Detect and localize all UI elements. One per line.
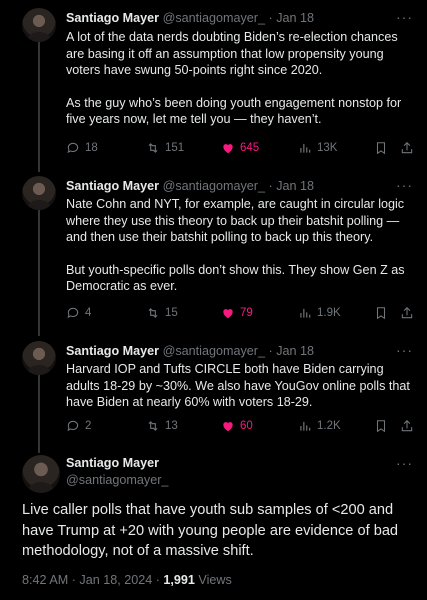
views-count: 1,991 [163, 573, 195, 587]
avatar[interactable] [22, 455, 60, 493]
views-button[interactable]: 1.9K [298, 306, 341, 320]
like-count: 645 [240, 142, 260, 154]
tweet-header: Santiago Mayer @santiagomayer_ · Jan 18 [66, 344, 314, 358]
repost-button[interactable]: 13 [146, 419, 178, 433]
bookmark-button[interactable] [374, 306, 388, 320]
tweet-header: Santiago Mayer @santiagomayer_ · Jan 18 [66, 11, 314, 25]
reply-icon [67, 420, 79, 432]
views-icon [300, 143, 311, 153]
bookmark-icon [376, 420, 386, 433]
tweet-paragraph: As the guy who’s been doing youth engage… [66, 95, 402, 127]
repost-icon [148, 421, 158, 431]
display-name[interactable]: Santiago Mayer [66, 456, 159, 470]
tweet-paragraph: A lot of the data nerds doubting Biden’s… [66, 30, 398, 77]
separator: · [268, 344, 273, 358]
display-name[interactable]: Santiago Mayer [66, 344, 159, 358]
username[interactable]: @santiagomayer_ [66, 473, 168, 487]
repost-count: 151 [165, 142, 185, 154]
tweet-text: A lot of the data nerds doubting Biden’s… [66, 29, 416, 128]
share-icon [401, 307, 413, 319]
tweet-text: Nate Cohn and NYT, for example, are caug… [66, 196, 416, 295]
repost-button[interactable]: 151 [146, 141, 184, 155]
thread-line [38, 210, 40, 336]
username[interactable]: @santiagomayer_ [163, 344, 265, 358]
tweet-actions: 2 13 60 1.2K [66, 419, 416, 435]
heart-icon [223, 144, 233, 154]
timestamp[interactable]: 8:42 AM · Jan 18, 2024 · [22, 573, 163, 587]
repost-count: 13 [165, 420, 178, 432]
more-icon[interactable]: ··· [396, 9, 413, 25]
reply-button[interactable]: 18 [66, 141, 98, 155]
like-count: 60 [240, 420, 253, 432]
bookmark-button[interactable] [374, 141, 388, 155]
tweet-meta: 8:42 AM · Jan 18, 2024 · 1,991 Views [22, 573, 232, 587]
tweet-date[interactable]: Jan 18 [276, 179, 314, 193]
like-button[interactable]: 60 [221, 419, 253, 433]
avatar[interactable] [22, 341, 56, 375]
reply-icon [67, 307, 79, 319]
bookmark-icon [376, 307, 386, 320]
more-icon[interactable]: ··· [396, 177, 413, 193]
heart-icon [223, 422, 233, 432]
share-button[interactable] [400, 306, 414, 320]
repost-button[interactable]: 15 [146, 306, 178, 320]
reply-button[interactable]: 2 [66, 419, 91, 433]
views-button[interactable]: 13K [298, 141, 337, 155]
reply-button[interactable]: 4 [66, 306, 91, 320]
share-icon [401, 420, 413, 432]
tweet-date[interactable]: Jan 18 [276, 344, 314, 358]
bookmark-icon [376, 142, 386, 155]
avatar[interactable] [22, 176, 56, 210]
like-count: 79 [240, 307, 253, 319]
tweet-date[interactable]: Jan 18 [276, 11, 314, 25]
tweet-paragraph: Nate Cohn and NYT, for example, are caug… [66, 197, 405, 244]
share-icon [401, 142, 413, 154]
more-icon[interactable]: ··· [396, 342, 413, 358]
avatar[interactable] [22, 8, 56, 42]
separator: · [268, 11, 273, 25]
share-button[interactable] [400, 141, 414, 155]
like-button[interactable]: 79 [221, 306, 253, 320]
reply-count: 2 [85, 420, 92, 432]
views-button[interactable]: 1.2K [298, 419, 341, 433]
main-tweet-text: Live caller polls that have youth sub sa… [22, 502, 399, 559]
separator: · [268, 179, 273, 193]
more-icon[interactable]: ··· [396, 455, 413, 471]
views-icon [300, 421, 311, 431]
views-count: 1.9K [317, 307, 341, 319]
reply-count: 4 [85, 307, 92, 319]
views-icon [300, 308, 311, 318]
tweet-paragraph: Harvard IOP and Tufts CIRCLE both have B… [66, 362, 410, 409]
thread-line [38, 375, 40, 453]
display-name[interactable]: Santiago Mayer [66, 179, 159, 193]
share-button[interactable] [400, 419, 414, 433]
reply-icon [67, 142, 79, 154]
views-label: Views [194, 573, 232, 587]
heart-icon [223, 309, 233, 319]
reply-count: 18 [85, 142, 98, 154]
username[interactable]: @santiagomayer_ [163, 11, 265, 25]
tweet-paragraph: But youth-specific polls don’t show this… [66, 262, 405, 294]
tweet-text: Harvard IOP and Tufts CIRCLE both have B… [66, 361, 416, 411]
like-button[interactable]: 645 [221, 141, 259, 155]
bookmark-button[interactable] [374, 419, 388, 433]
tweet-actions: 18 151 645 13K [66, 141, 416, 157]
repost-icon [148, 308, 158, 318]
display-name[interactable]: Santiago Mayer [66, 11, 159, 25]
views-count: 13K [317, 142, 338, 154]
repost-icon [148, 143, 158, 153]
tweet-header: Santiago Mayer @santiagomayer_ · Jan 18 [66, 179, 314, 193]
thread-line [38, 42, 40, 172]
username[interactable]: @santiagomayer_ [163, 179, 265, 193]
tweet-actions: 4 15 79 1.9K [66, 306, 416, 322]
views-count: 1.2K [317, 420, 341, 432]
repost-count: 15 [165, 307, 178, 319]
